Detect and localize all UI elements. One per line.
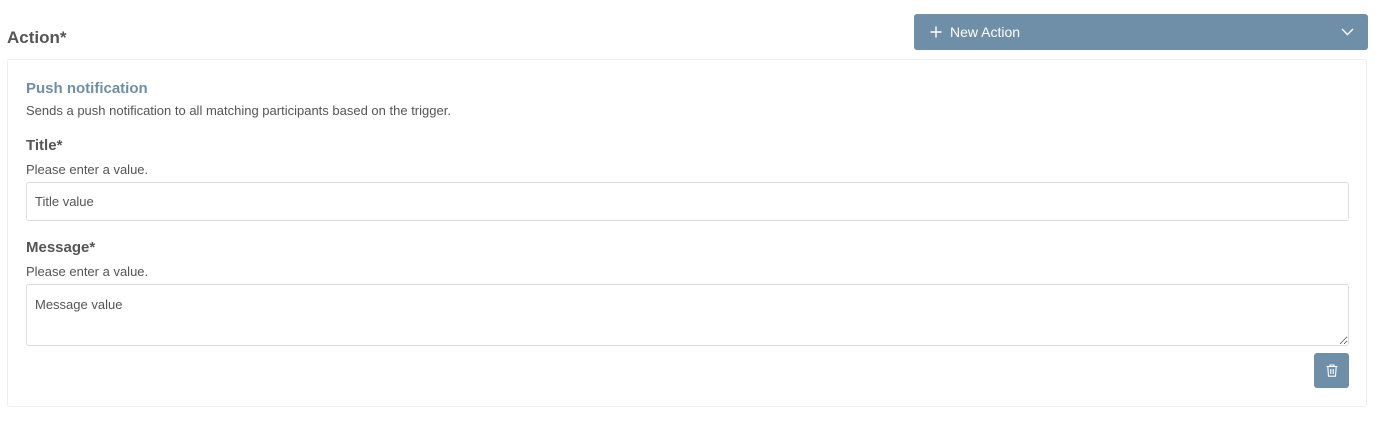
action-name: Push notification xyxy=(26,80,148,97)
title-field-help: Please enter a value. xyxy=(26,162,149,177)
message-field-label: Message* xyxy=(26,239,96,256)
title-field-label: Title* xyxy=(26,137,63,154)
section-title: Action* xyxy=(7,28,67,47)
new-action-dropdown-button[interactable]: New Action xyxy=(914,14,1368,50)
title-input[interactable] xyxy=(26,182,1349,221)
message-field-help: Please enter a value. xyxy=(26,264,149,279)
action-section-header: Action* New Action xyxy=(7,14,1368,50)
action-description: Sends a push notification to all matchin… xyxy=(26,103,451,118)
plus-icon xyxy=(930,26,942,38)
trash-icon xyxy=(1326,364,1337,377)
message-textarea[interactable]: Message value xyxy=(26,284,1349,346)
action-card: Push notification Sends a push notificat… xyxy=(7,59,1367,407)
delete-action-button[interactable] xyxy=(1314,353,1349,388)
chevron-down-icon xyxy=(1341,28,1354,36)
new-action-label: New Action xyxy=(950,24,1021,40)
